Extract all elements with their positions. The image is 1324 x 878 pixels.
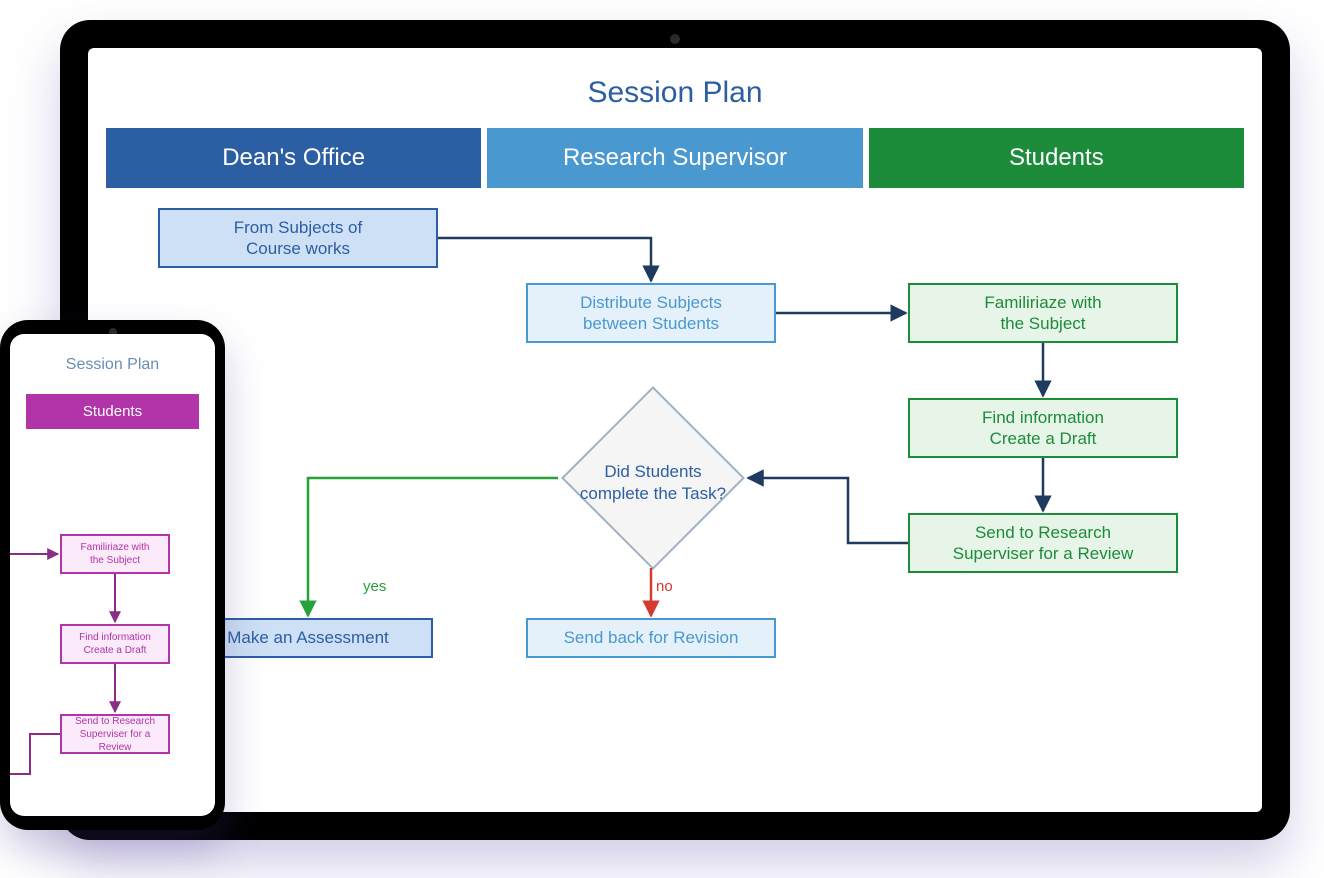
diagram-title: Session Plan (88, 76, 1262, 110)
swimlane-headers: Dean's Office Research Supervisor Studen… (106, 128, 1244, 188)
phone-node-send-review: Send to ResearchSuperviser for a Review (60, 714, 170, 754)
phone-diagram-title: Session Plan (10, 356, 215, 374)
node-familiarize: Familiriaze withthe Subject (908, 283, 1178, 343)
edge-label-yes: yes (363, 578, 386, 595)
phone-node-familiarize: Familiriaze withthe Subject (60, 534, 170, 574)
node-send-review: Send to ResearchSuperviser for a Review (908, 513, 1178, 573)
edge-label-no: no (656, 578, 673, 595)
phone-screen: Session Plan Students Familiriaze withth… (10, 334, 215, 816)
lane-research-supervisor: Research Supervisor (487, 128, 862, 188)
tablet-screen: Session Plan Dean's Office Research Supe… (88, 48, 1262, 812)
tablet-camera-icon (670, 34, 680, 44)
node-distribute: Distribute Subjectsbetween Students (526, 283, 776, 343)
phone-device: Session Plan Students Familiriaze withth… (0, 320, 225, 830)
lane-dean-office: Dean's Office (106, 128, 481, 188)
node-find-info: Find informationCreate a Draft (908, 398, 1178, 458)
phone-node-find-info: Find informationCreate a Draft (60, 624, 170, 664)
node-from-subjects: From Subjects ofCourse works (158, 208, 438, 268)
lane-students: Students (869, 128, 1244, 188)
node-revision: Send back for Revision (526, 618, 776, 658)
node-decision-label: Did Studentscomplete the Task? (538, 461, 768, 505)
tablet-device: Session Plan Dean's Office Research Supe… (60, 20, 1290, 840)
phone-lane-students: Students (26, 394, 199, 429)
